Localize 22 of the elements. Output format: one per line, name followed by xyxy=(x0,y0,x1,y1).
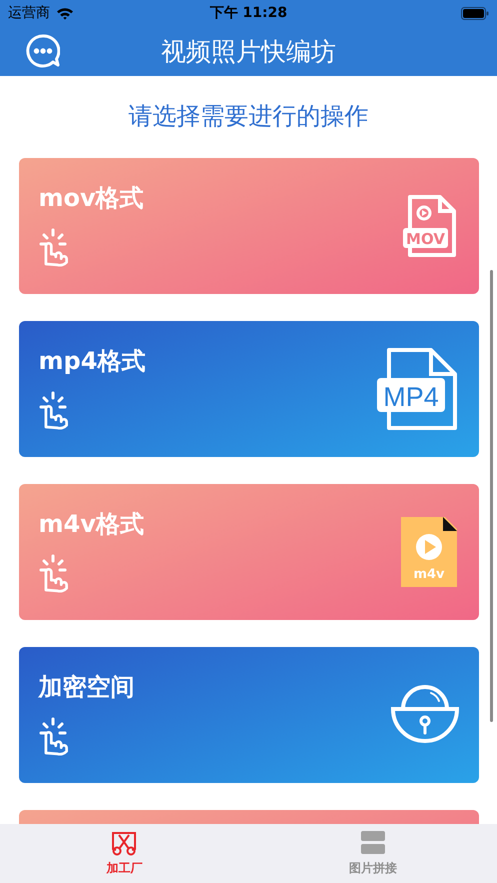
status-time: 下午 11:28 xyxy=(210,4,288,22)
chat-bubble-icon[interactable] xyxy=(26,34,60,68)
tab-label: 加工厂 xyxy=(106,860,142,877)
option-card[interactable]: mp4格式 MP4 xyxy=(18,321,478,457)
battery-icon xyxy=(461,6,489,20)
option-card[interactable]: m4v格式 m4v xyxy=(18,484,478,620)
stack-icon xyxy=(360,830,386,856)
option-card[interactable]: mov格式 MOV xyxy=(18,158,478,294)
video-file-icon: m4v xyxy=(398,515,458,589)
card-title: mp4格式 xyxy=(38,346,146,377)
option-card[interactable]: 加密空间 xyxy=(18,647,478,783)
tab-item[interactable]: 图片拼接 xyxy=(248,824,497,883)
scissors-icon xyxy=(111,830,138,856)
card-title: 加密空间 xyxy=(38,672,134,703)
card-title: m4v格式 xyxy=(38,509,144,540)
tab-item[interactable]: 加工厂 xyxy=(0,824,248,883)
tab-label: 图片拼接 xyxy=(348,860,397,877)
page-heading: 请选择需要进行的操作 xyxy=(128,101,370,132)
carrier-label: 运营商 xyxy=(8,4,50,22)
wifi-icon xyxy=(56,6,74,20)
nav-title: 视频照片快编坊 xyxy=(161,36,336,68)
card-title: mov格式 xyxy=(38,183,144,214)
